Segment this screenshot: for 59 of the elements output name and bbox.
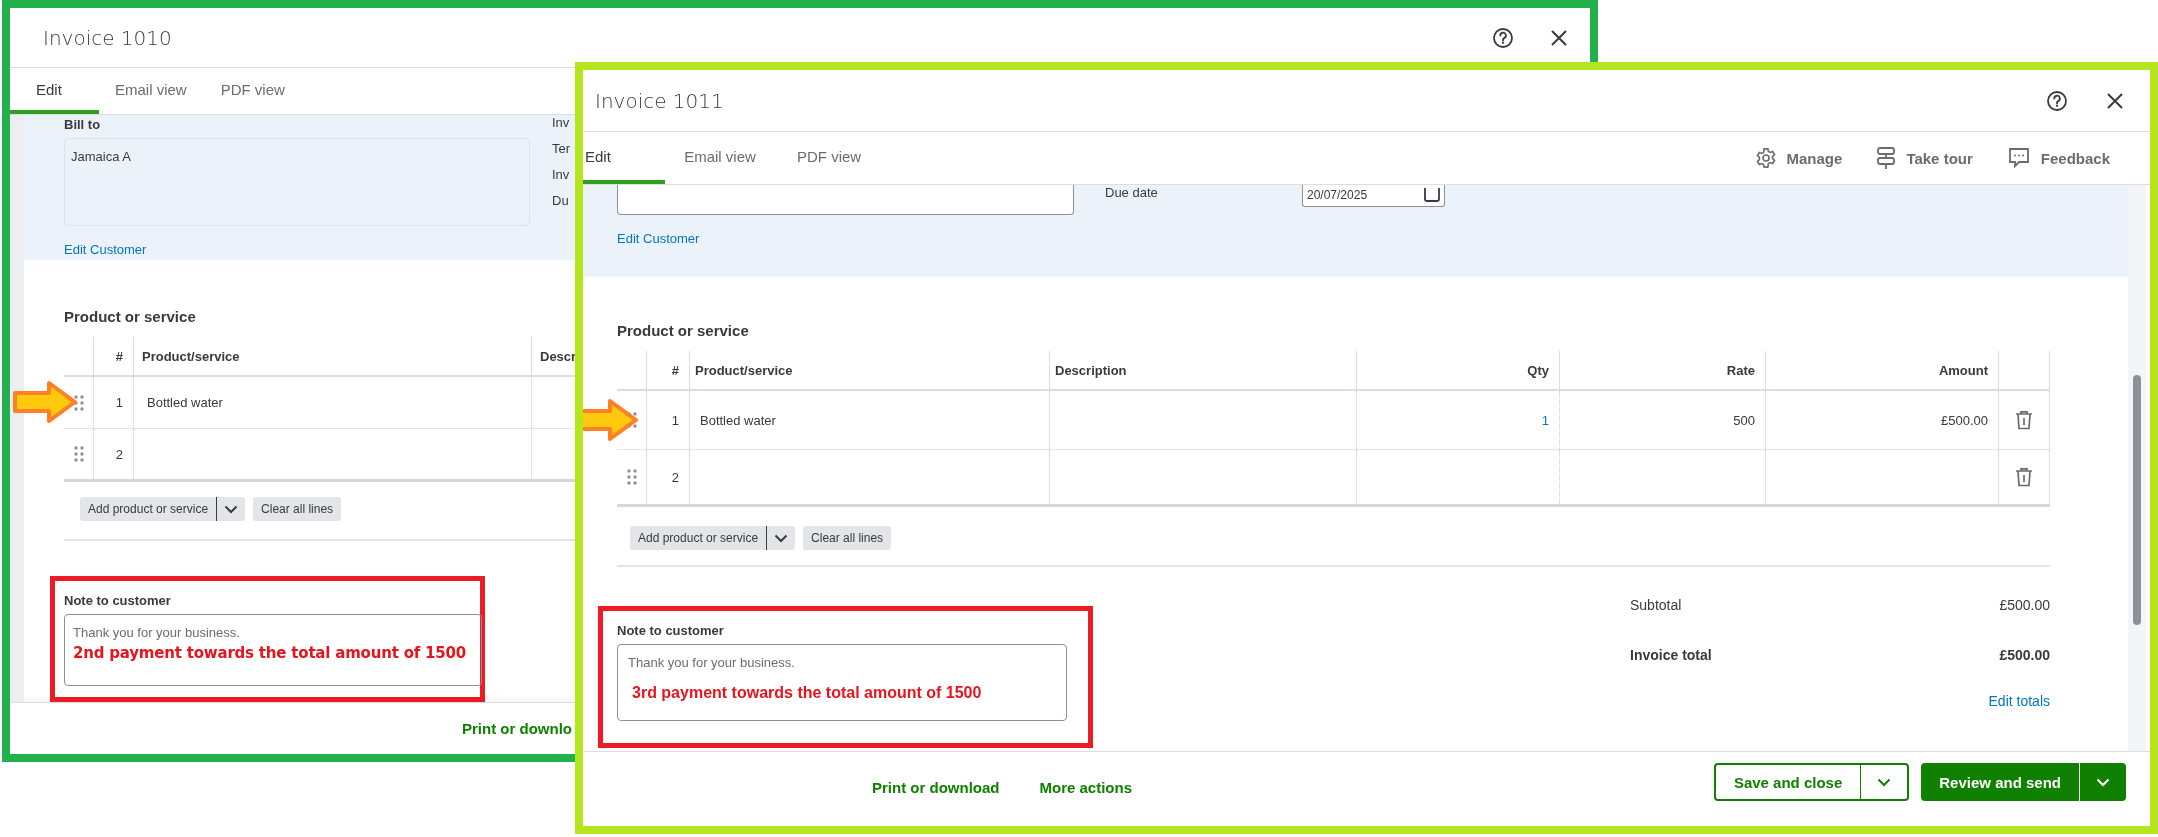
product-cell[interactable]: Bottled water xyxy=(700,412,776,428)
line-number: 1 xyxy=(115,395,123,410)
tab[interactable]: PDF view xyxy=(220,68,285,114)
field-label: Bill to xyxy=(64,117,102,132)
column-header: Description xyxy=(1055,362,1127,378)
window-title: Invoice 1010 xyxy=(43,25,172,50)
line-number: 2 xyxy=(115,446,123,462)
qty-cell[interactable]: 1 xyxy=(1541,412,1549,428)
add-product-button[interactable]: Add product or service xyxy=(630,526,767,550)
section-title: Product or service xyxy=(617,322,750,339)
column-header: Amount xyxy=(1938,362,1988,378)
annotation-text: 2nd payment towards the total amount of 1500 xyxy=(73,644,468,662)
product-cell[interactable]: Bottled water xyxy=(147,395,223,410)
note-text: Thank you for your business. xyxy=(73,625,241,640)
column-header: Product/service xyxy=(142,348,240,364)
column-header: # xyxy=(671,362,679,378)
total-label: Subtotal xyxy=(1630,597,1682,615)
print-link[interactable]: Print or downlo xyxy=(462,720,572,737)
edit-totals-link[interactable]: Edit totals xyxy=(1988,693,2050,709)
toolbar-button[interactable]: Take tour xyxy=(1876,146,1973,170)
field-label: Inv xyxy=(552,167,571,182)
toolbar-button[interactable]: Manage xyxy=(1754,147,1843,169)
line-number: 1 xyxy=(671,412,679,428)
tab[interactable]: PDF view xyxy=(797,132,862,184)
footer-link[interactable]: Print or download xyxy=(872,778,1000,796)
annotation-text: 3rd payment towards the total amount of 1500 xyxy=(631,684,983,702)
field-label: Ter xyxy=(552,141,571,156)
tab[interactable]: Email view xyxy=(665,132,775,184)
column-header: # xyxy=(115,348,123,364)
field-label: Inv xyxy=(552,115,571,130)
field-label: Du xyxy=(552,193,570,208)
edit-customer-link[interactable]: Edit Customer xyxy=(617,231,700,246)
column-header: Descr xyxy=(540,348,577,364)
section-title: Product or service xyxy=(64,308,197,325)
column-header: Product/service xyxy=(695,362,793,378)
line-number: 2 xyxy=(671,469,679,485)
tab[interactable]: Email view xyxy=(115,68,187,114)
bill-to-field[interactable]: Jamaica A xyxy=(64,138,530,226)
add-product-button[interactable]: Add product or service xyxy=(80,497,217,521)
footer-link[interactable]: More actions xyxy=(1039,778,1133,796)
total-value: £500.00 xyxy=(1999,647,2050,665)
note-label: Note to customer xyxy=(617,623,725,638)
note-text: Thank you for your business. xyxy=(628,655,796,670)
column-header: Rate xyxy=(1726,362,1755,378)
note-label: Note to customer xyxy=(64,593,172,608)
note-field[interactable]: Thank you for your business. 3rd payment towards the total amount of 1500 xyxy=(617,644,1067,721)
clear-lines-button[interactable]: Clear all lines xyxy=(803,526,892,550)
amount-cell: £500.00 xyxy=(1941,412,1988,428)
toolbar-button[interactable]: Feedback xyxy=(2006,146,2110,170)
column-header: Qty xyxy=(1527,362,1549,378)
rate-cell[interactable]: 500 xyxy=(1733,412,1755,428)
edit-customer-link[interactable]: Edit Customer xyxy=(64,242,147,257)
window-title: Invoice 1011 xyxy=(595,88,724,113)
note-field[interactable]: Thank you for your business. 2nd payment towards the total amount of 1500 xyxy=(64,614,482,686)
clear-lines-button[interactable]: Clear all lines xyxy=(253,497,342,521)
field-label: Due date xyxy=(1105,185,1159,200)
total-label: Invoice total xyxy=(1630,647,1712,665)
due-date-field[interactable]: 20/07/2025 xyxy=(1302,185,1445,207)
total-value: £500.00 xyxy=(1999,597,2050,615)
